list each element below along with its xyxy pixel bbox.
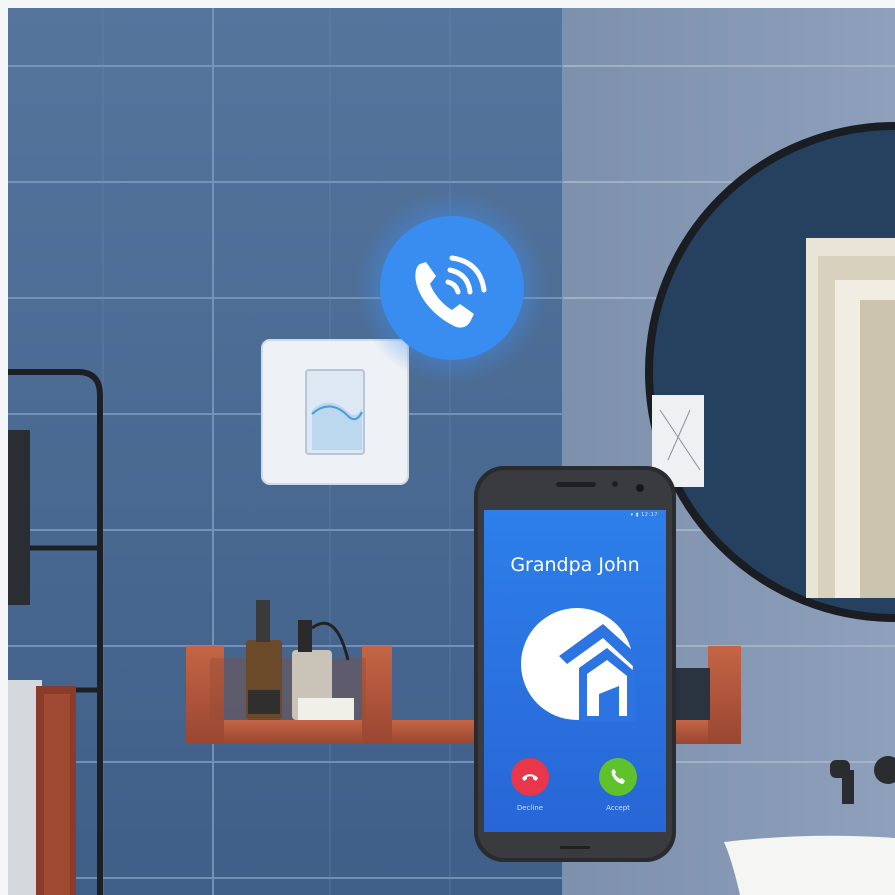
- caller-name: Grandpa John: [510, 554, 640, 576]
- smart-wall-panel: [261, 339, 409, 485]
- bathroom-scene: ▾ ▮ 12:17 Grandpa John Decline Accept: [0, 0, 895, 895]
- bathroom-background: [0, 0, 895, 895]
- decline-label: Decline: [516, 804, 544, 812]
- ringing-bubble: [356, 192, 548, 384]
- decline-button[interactable]: [511, 758, 549, 796]
- house-logo-icon: [521, 608, 635, 722]
- phone-hangup-icon: [522, 774, 538, 781]
- accept-button[interactable]: [599, 758, 637, 796]
- status-bar: ▾ ▮ 12:17: [630, 512, 658, 518]
- phone-icon: [611, 769, 625, 784]
- smartphone: ▾ ▮ 12:17 Grandpa John Decline Accept: [474, 466, 676, 862]
- accept-label: Accept: [606, 804, 630, 812]
- phone-screen: ▾ ▮ 12:17 Grandpa John Decline Accept: [484, 510, 666, 832]
